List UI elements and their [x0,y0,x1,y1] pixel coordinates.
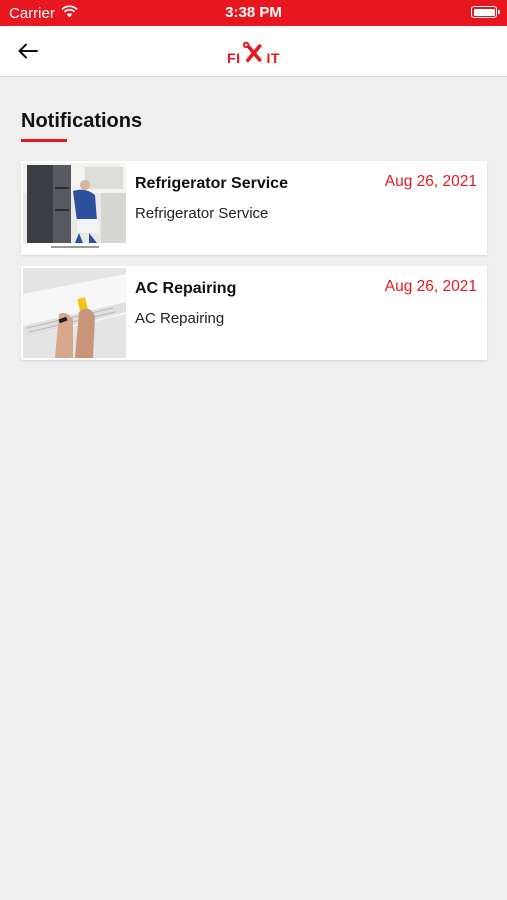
logo-text-right: IT [266,50,280,66]
back-arrow-icon [18,43,38,59]
nav-bar: FI IT [0,26,507,77]
notification-date: Aug 26, 2021 [384,278,477,295]
title-underline [21,139,67,142]
status-time: 3:38 PM [225,4,282,21]
fixit-logo: FI IT [227,41,280,66]
ac-repairing-image [23,268,126,358]
refrigerator-service-image [23,163,126,253]
notification-card-ac[interactable]: AC Repairing AC Repairing Aug 26, 2021 [21,266,487,360]
notification-subtitle: Refrigerator Service [135,205,269,222]
notification-card-refrigerator[interactable]: Refrigerator Service Refrigerator Servic… [21,161,487,255]
notification-title: Refrigerator Service [135,175,288,192]
battery-icon [471,6,500,18]
status-bar: Carrier 3:38 PM [0,0,507,26]
notification-subtitle: AC Repairing [135,310,225,327]
back-button[interactable] [12,35,44,67]
notification-title: AC Repairing [135,280,237,297]
notification-date: Aug 26, 2021 [384,173,477,190]
page-title: Notifications [21,110,143,132]
wrench-screwdriver-icon [242,41,262,63]
logo-text-left: FI [227,50,241,66]
